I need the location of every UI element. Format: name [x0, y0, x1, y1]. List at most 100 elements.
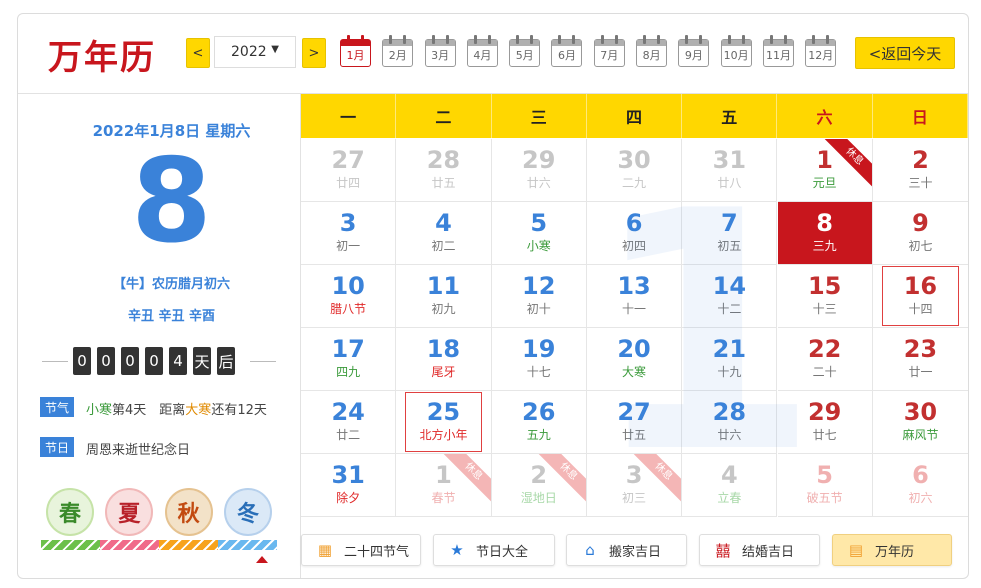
day-cell[interactable]: 29 廿六 — [491, 139, 587, 202]
month-button-10[interactable]: 10月 — [720, 34, 753, 68]
lunar-label: 初六 — [908, 491, 933, 505]
day-cell[interactable]: 4 初二 — [396, 202, 492, 265]
lunar-label: 除夕 — [336, 491, 361, 505]
day-cell[interactable]: 17 四九 — [301, 328, 397, 391]
month-button-8[interactable]: 8月 — [635, 34, 668, 68]
lunar-label: 廿六 — [526, 176, 551, 190]
day-cell[interactable]: 24 廿二 — [301, 391, 397, 454]
day-cell[interactable]: 30 麻风节 — [872, 391, 969, 454]
day-cell[interactable]: 14 十二 — [682, 265, 778, 328]
day-cell[interactable]: 30 二九 — [586, 139, 683, 202]
weekday-label: 日 — [873, 94, 968, 138]
counter-unit: 后 — [217, 347, 235, 375]
day-cell[interactable]: 3 初一 — [301, 202, 397, 265]
festival-tag: 节日 — [40, 437, 74, 457]
day-cell[interactable]: 5 小寒 — [491, 202, 587, 265]
autumn-icon[interactable]: 秋 — [164, 488, 213, 536]
day-cell[interactable]: 11 初九 — [396, 265, 492, 328]
day-number: 29 — [807, 398, 842, 426]
day-number: 31 — [712, 146, 747, 174]
day-cell[interactable]: 8 三九 — [777, 202, 873, 265]
month-button-9[interactable]: 9月 — [677, 34, 710, 68]
day-number: 21 — [712, 335, 747, 363]
lunar-label: 廿七 — [812, 428, 837, 442]
day-cell[interactable]: 2 湿地日 休息 — [491, 454, 587, 517]
day-cell[interactable]: 27 廿五 — [586, 391, 683, 454]
shortcut-button[interactable]: ⌂ 搬家吉日 — [566, 534, 687, 566]
day-cell[interactable]: 29 廿七 — [777, 391, 873, 454]
next-year-button[interactable]: > — [302, 38, 326, 68]
day-cell[interactable]: 1 春节 休息 — [396, 454, 492, 517]
back-to-today-button[interactable]: <返回今天 — [855, 37, 955, 69]
month-button-11[interactable]: 11月 — [762, 34, 795, 68]
day-cell[interactable]: 13 十一 — [586, 265, 683, 328]
summer-icon[interactable]: 夏 — [105, 488, 154, 536]
day-cell[interactable]: 27 廿四 — [301, 139, 397, 202]
solar-term-info: 小寒第4天 距离大寒还有12天 — [86, 399, 267, 418]
calendar-ring-icon — [600, 35, 604, 44]
day-cell[interactable]: 28 廿六 — [682, 391, 778, 454]
season-icons: 春 夏 秋 冬 — [40, 488, 278, 540]
day-cell[interactable]: 26 五九 — [491, 391, 587, 454]
day-cell[interactable]: 5 破五节 — [777, 454, 873, 517]
day-cell[interactable]: 21 十九 — [682, 328, 778, 391]
month-button-7[interactable]: 7月 — [593, 34, 626, 68]
day-cell[interactable]: 22 二十 — [777, 328, 873, 391]
calendar-ring-icon — [516, 35, 520, 44]
day-cell[interactable]: 6 初六 — [872, 454, 969, 517]
lunar-label: 廿一 — [908, 365, 933, 379]
day-cell[interactable]: 12 初十 — [491, 265, 587, 328]
day-cell[interactable]: 16 十四 — [872, 265, 969, 328]
spring-icon[interactable]: 春 — [46, 488, 94, 536]
day-cell[interactable]: 28 廿五 — [396, 139, 492, 202]
shortcut-button[interactable]: ▤ 万年历 — [832, 534, 952, 566]
lunar-label: 十一 — [622, 302, 647, 316]
day-cell[interactable]: 1 元旦 休息 — [777, 139, 873, 202]
day-number: 8 — [816, 209, 833, 237]
day-number: 10 — [331, 272, 365, 300]
day-cell[interactable]: 31 除夕 — [301, 454, 397, 517]
shortcut-button[interactable]: 囍结婚吉日 — [699, 534, 820, 566]
year-select[interactable]: 2022 ▼ — [214, 36, 296, 68]
shortcut-label: 万年历 — [875, 544, 915, 560]
month-button-12[interactable]: 12月 — [804, 34, 837, 68]
month-button-5[interactable]: 5月 — [508, 34, 541, 68]
day-cell[interactable]: 10 腊八节 — [301, 265, 397, 328]
season-bar-segment — [100, 540, 159, 550]
day-cell[interactable]: 18 尾牙 — [396, 328, 492, 391]
lunar-label: 湿地日 — [520, 491, 557, 505]
day-cell[interactable]: 3 初三 休息 — [586, 454, 683, 517]
day-cell[interactable]: 4 立春 — [682, 454, 778, 517]
calendar-ring-icon — [741, 35, 745, 44]
month-label: 4月 — [466, 39, 498, 67]
shortcut-button[interactable]: ★ 节日大全 — [433, 534, 555, 566]
month-button-1[interactable]: 1月 — [339, 34, 372, 68]
day-number: 25 — [426, 398, 461, 426]
day-cell[interactable]: 19 十七 — [491, 328, 587, 391]
counter-digit: 0 — [145, 347, 163, 375]
winter-icon[interactable]: 冬 — [223, 488, 272, 536]
day-cell[interactable]: 6 初四 — [586, 202, 683, 265]
star-icon: ★ — [450, 541, 464, 559]
days-counter: 00004天后 — [42, 347, 276, 377]
shortcut-button[interactable]: ▦ 二十四节气 — [301, 534, 421, 566]
month-button-6[interactable]: 6月 — [550, 34, 583, 68]
lunar-label: 二九 — [622, 176, 647, 190]
lunar-label: 廿四 — [336, 176, 361, 190]
day-cell[interactable]: 31 廿八 — [682, 139, 778, 202]
month-button-2[interactable]: 2月 — [381, 34, 414, 68]
day-cell[interactable]: 15 十三 — [777, 265, 873, 328]
prev-year-button[interactable]: < — [186, 38, 210, 68]
day-cell[interactable]: 2 三十 — [872, 139, 969, 202]
month-button-4[interactable]: 4月 — [466, 34, 499, 68]
lunar-label: 廿五 — [622, 428, 647, 442]
day-number: 27 — [617, 398, 651, 426]
month-button-3[interactable]: 3月 — [424, 34, 457, 68]
day-cell[interactable]: 25 北方小年 — [396, 391, 492, 454]
day-number: 11 — [426, 272, 461, 300]
day-cell[interactable]: 9 初七 — [872, 202, 969, 265]
day-number: 13 — [617, 272, 651, 300]
day-cell[interactable]: 20 大寒 — [586, 328, 683, 391]
day-cell[interactable]: 23 廿一 — [872, 328, 969, 391]
day-cell[interactable]: 7 初五 — [682, 202, 778, 265]
